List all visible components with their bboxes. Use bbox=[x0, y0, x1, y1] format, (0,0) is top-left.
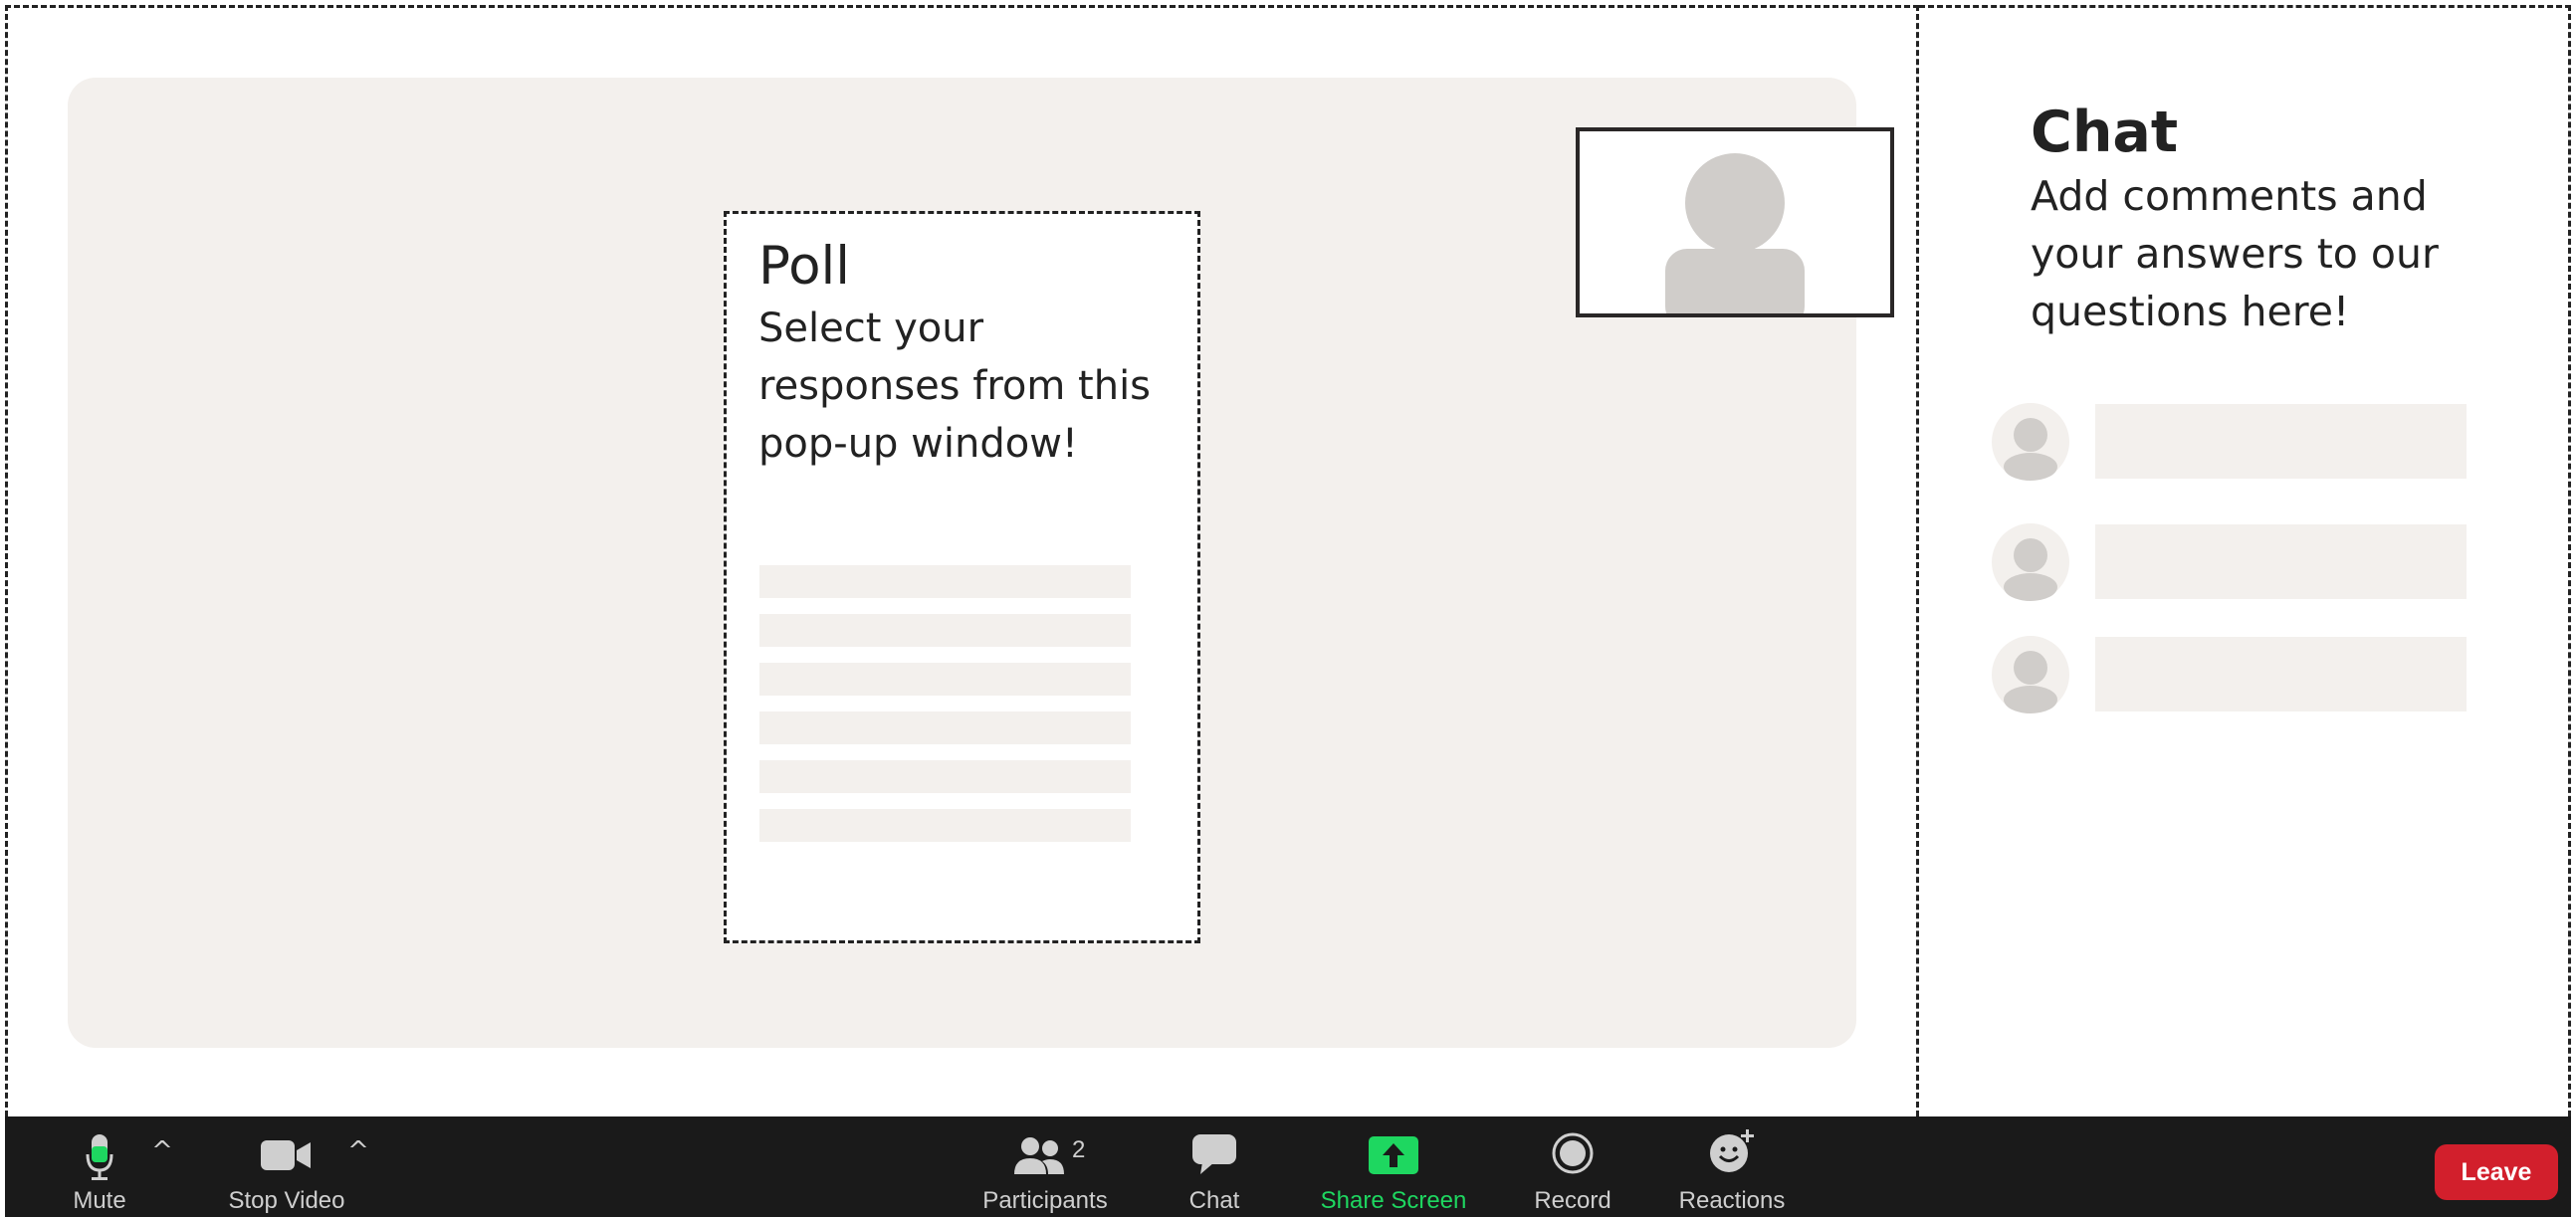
poll-option[interactable] bbox=[759, 565, 1131, 598]
poll-option[interactable] bbox=[759, 809, 1131, 842]
smiley-plus-icon bbox=[1710, 1129, 1754, 1172]
record-icon bbox=[1552, 1132, 1594, 1174]
poll-popup: Poll Select your responses from this pop… bbox=[724, 211, 1200, 943]
self-view-video[interactable] bbox=[1576, 127, 1894, 317]
mute-button[interactable]: Mute bbox=[45, 1116, 154, 1217]
poll-options bbox=[759, 565, 1131, 858]
chevron-up-icon[interactable]: ^ bbox=[147, 1136, 177, 1166]
participants-button[interactable]: 2 Participants bbox=[970, 1116, 1120, 1217]
share-arrow-icon bbox=[1369, 1136, 1418, 1174]
share-screen-label: Share Screen bbox=[1320, 1187, 1467, 1214]
chat-message-bubble bbox=[2095, 404, 2467, 479]
participants-count: 2 bbox=[1072, 1136, 1086, 1163]
record-label: Record bbox=[1534, 1187, 1611, 1214]
chat-button[interactable]: Chat bbox=[1170, 1116, 1259, 1217]
poll-description: Select your responses from this pop-up w… bbox=[758, 305, 1152, 467]
stop-video-button[interactable]: Stop Video bbox=[222, 1116, 351, 1217]
poll-option[interactable] bbox=[759, 663, 1131, 696]
chat-message bbox=[1991, 522, 2469, 602]
record-button[interactable]: Record bbox=[1518, 1116, 1627, 1217]
people-icon bbox=[1014, 1137, 1064, 1174]
avatar-icon bbox=[1992, 636, 2069, 713]
microphone-icon bbox=[86, 1134, 113, 1180]
avatar-icon bbox=[1992, 523, 2069, 601]
chat-description: Add comments and your answers to our que… bbox=[2031, 172, 2439, 335]
mute-label: Mute bbox=[73, 1187, 126, 1214]
chat-message-bubble bbox=[2095, 637, 2467, 711]
share-screen-button[interactable]: Share Screen bbox=[1314, 1116, 1473, 1217]
person-silhouette-icon bbox=[1665, 153, 1805, 313]
chat-message bbox=[1991, 402, 2469, 482]
stop-video-label: Stop Video bbox=[228, 1187, 345, 1214]
leave-button[interactable]: Leave bbox=[2435, 1144, 2558, 1200]
speech-bubble-icon bbox=[1192, 1134, 1236, 1174]
chevron-up-icon[interactable]: ^ bbox=[343, 1136, 373, 1166]
reactions-button[interactable]: Reactions bbox=[1667, 1116, 1797, 1217]
chat-message bbox=[1991, 635, 2469, 714]
poll-option[interactable] bbox=[759, 614, 1131, 647]
chat-label: Chat bbox=[1188, 1187, 1240, 1214]
chat-title: Chat bbox=[2031, 100, 2179, 165]
participants-label: Participants bbox=[982, 1187, 1108, 1214]
avatar-icon bbox=[1992, 403, 2069, 481]
reactions-label: Reactions bbox=[1678, 1187, 1786, 1214]
poll-title: Poll bbox=[758, 236, 850, 297]
poll-option[interactable] bbox=[759, 711, 1131, 744]
meeting-toolbar: Mute ^ Stop Video ^ 2 Participants Chat bbox=[5, 1116, 2571, 1217]
poll-option[interactable] bbox=[759, 760, 1131, 793]
chat-message-bubble bbox=[2095, 524, 2467, 599]
video-camera-icon bbox=[261, 1140, 311, 1170]
